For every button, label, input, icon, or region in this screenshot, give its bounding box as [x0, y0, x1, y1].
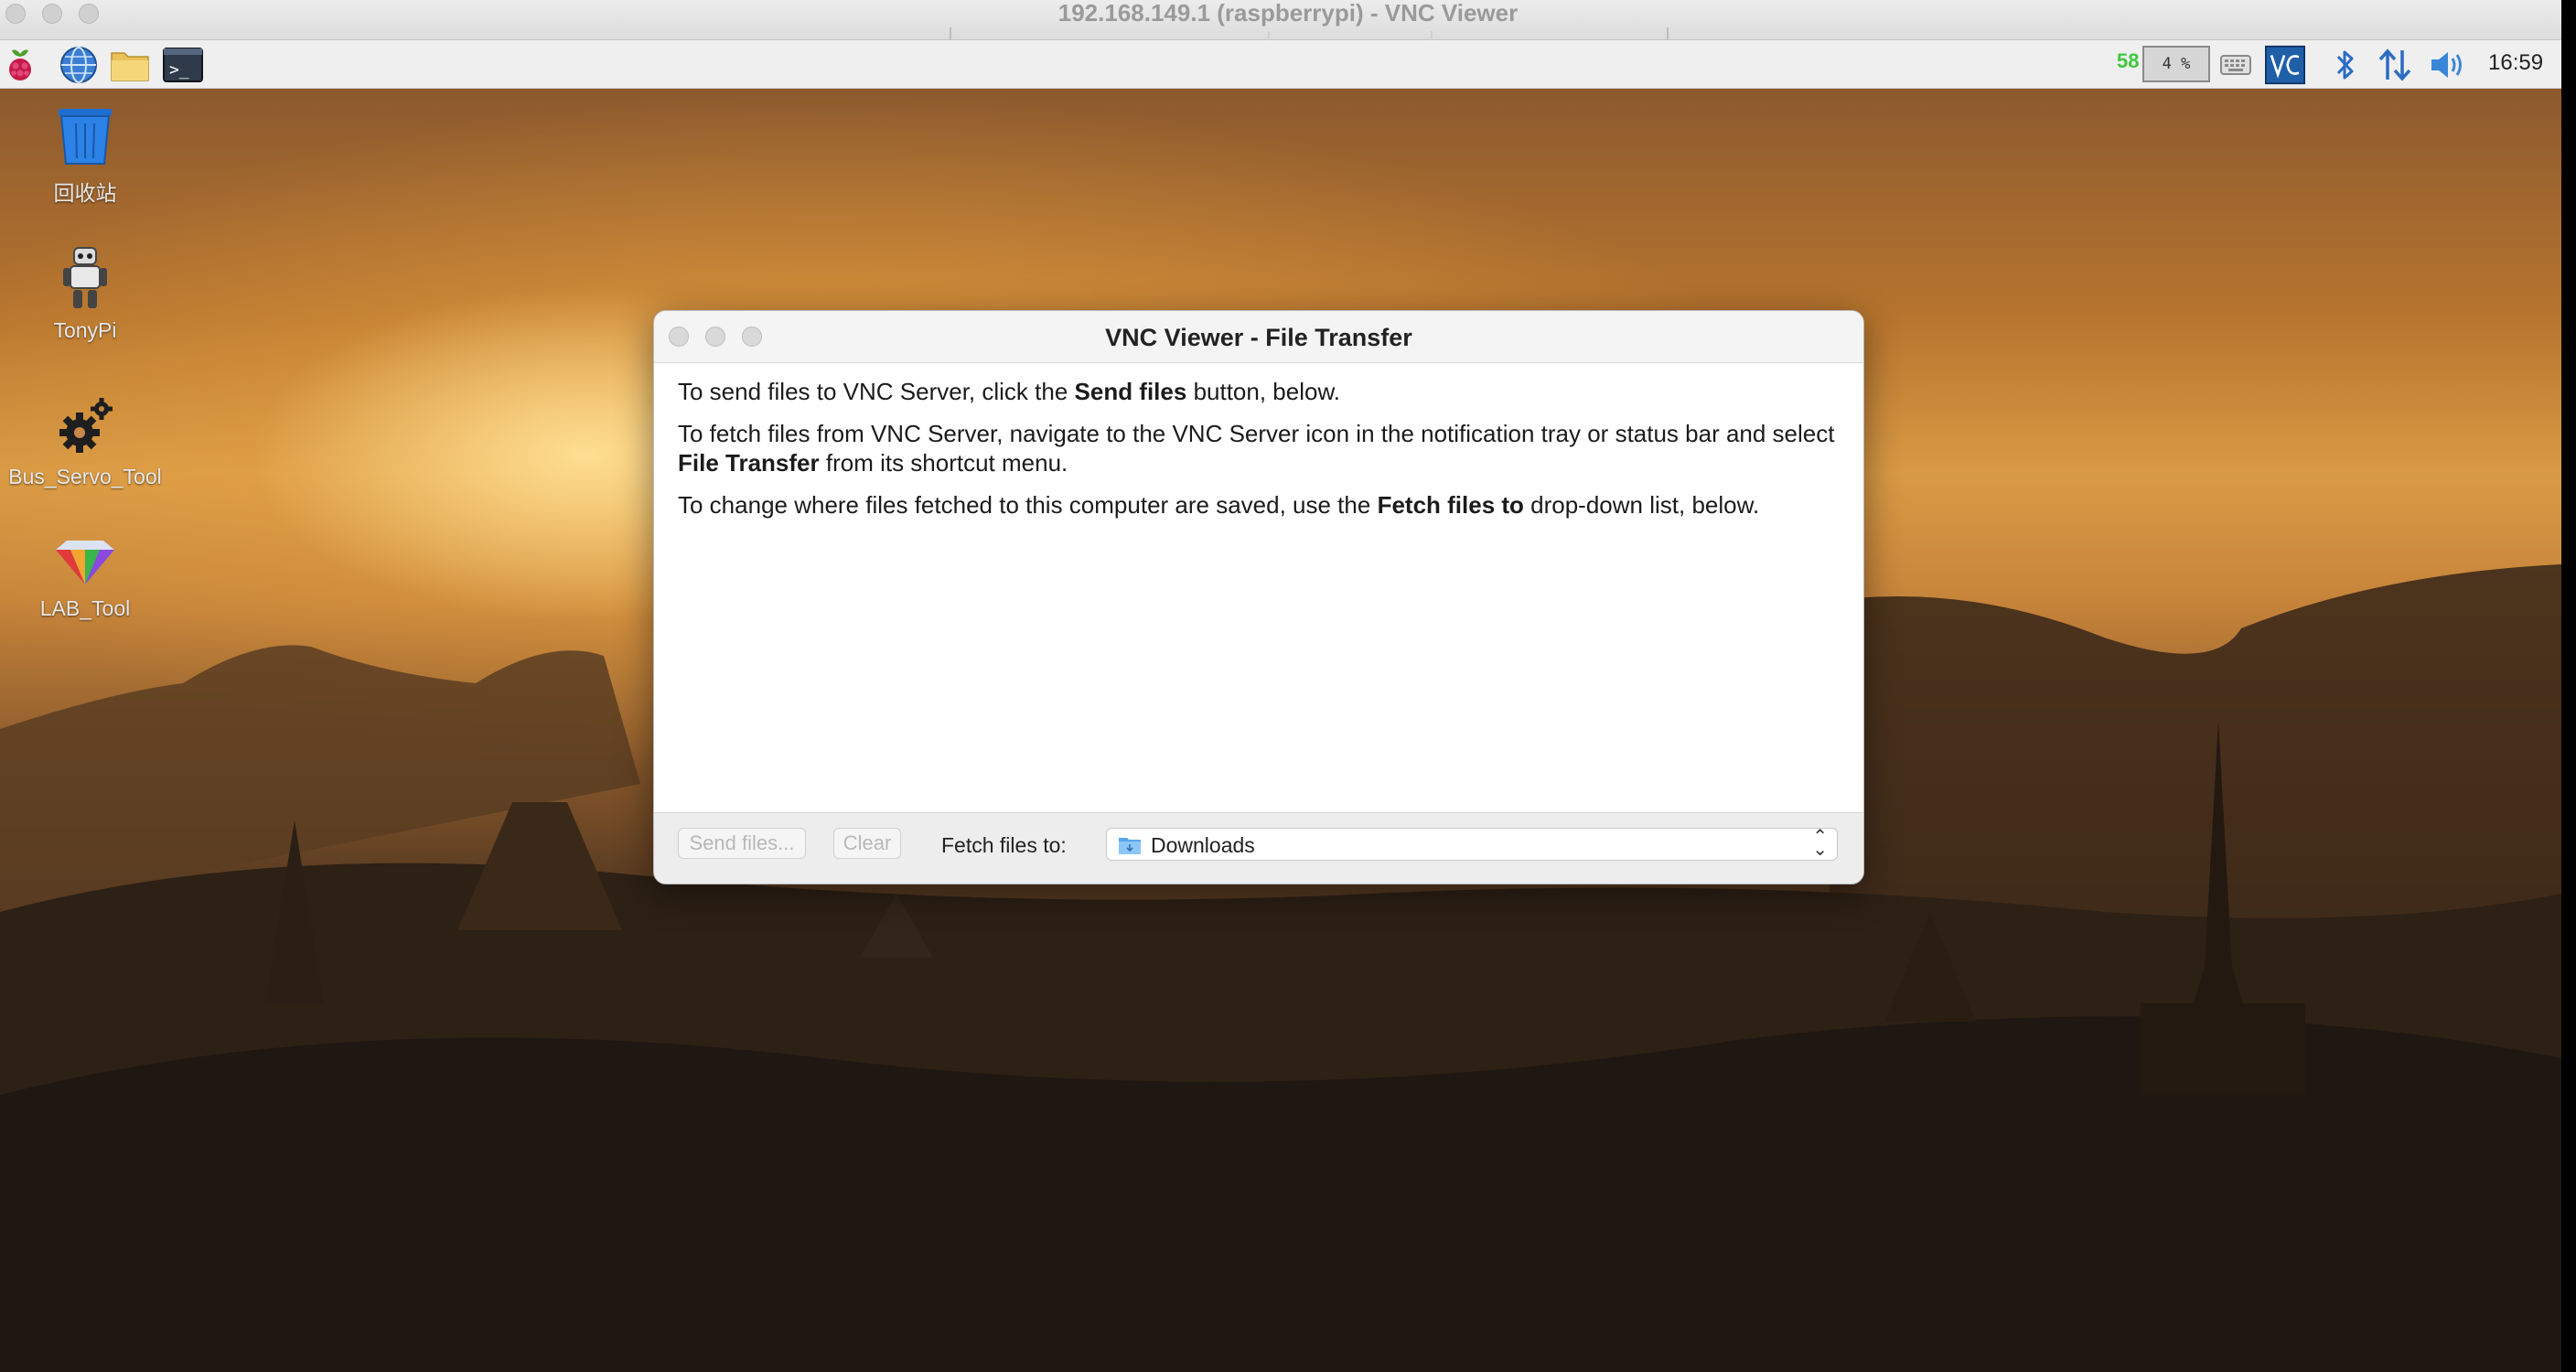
desktop-icon-label: Bus_Servo_Tool	[8, 465, 162, 488]
instruction-text: button, below.	[1186, 378, 1341, 405]
desktop-icon-tonypi[interactable]: TonyPi	[7, 246, 163, 343]
instruction-text: To fetch files from VNC Server, navigate…	[678, 420, 1835, 447]
desktop-icon-label: 回收站	[53, 181, 117, 205]
fetch-files-dropdown[interactable]: Downloads ⌃ ⌄	[1106, 828, 1838, 861]
instruction-emphasis: File Transfer	[678, 449, 820, 477]
clock[interactable]: 16:59	[2488, 50, 2543, 76]
desktop-icon-bus-servo-tool[interactable]: Bus_Servo_Tool	[7, 396, 163, 489]
instruction-text: drop-down list, below.	[1523, 491, 1760, 519]
file-transfer-dialog: VNC Viewer - File Transfer To send files…	[653, 310, 1864, 884]
gear-icon	[59, 398, 113, 453]
keyboard-icon[interactable]	[2216, 45, 2256, 85]
fetch-files-value: Downloads	[1151, 833, 1255, 857]
window-edge	[2561, 0, 2576, 1372]
window-title: 192.168.149.1 (raspberrypi) - VNC Viewer	[1057, 0, 1519, 27]
volume-icon[interactable]	[2428, 45, 2468, 85]
instruction-send: To send files to VNC Server, click the S…	[678, 377, 1840, 406]
cpu-temperature: 58	[2117, 49, 2140, 72]
desktop-icon-trash[interactable]: 回收站	[7, 105, 163, 207]
desktop-icon-label: TonyPi	[53, 318, 117, 342]
send-files-button[interactable]: Send files...	[678, 828, 806, 859]
fetch-files-label: Fetch files to:	[941, 833, 1067, 857]
folder-icon	[1119, 838, 1141, 854]
terminal-icon[interactable]: >_	[163, 45, 203, 85]
instruction-text: To change where files fetched to this co…	[678, 491, 1378, 519]
dialog-instructions: To send files to VNC Server, click the S…	[678, 377, 1840, 532]
web-browser-icon[interactable]	[59, 45, 99, 85]
dialog-title: VNC Viewer - File Transfer	[1105, 324, 1412, 351]
desktop-icon-label: LAB_Tool	[39, 596, 131, 620]
instruction-emphasis: Fetch files to	[1377, 491, 1524, 519]
desktop-icon-lab-tool[interactable]: LAB_Tool	[7, 537, 163, 621]
toolbar-handle[interactable]	[950, 27, 1669, 40]
instruction-text: from its shortcut menu.	[819, 449, 1068, 477]
svg-text:>_: >_	[169, 60, 189, 80]
bluetooth-icon[interactable]	[2325, 45, 2366, 85]
clear-button[interactable]: Clear	[833, 828, 901, 859]
window-titlebar: 192.168.149.1 (raspberrypi) - VNC Viewer	[0, 0, 2576, 40]
taskbar: >_ 58 4 % 16:59	[0, 40, 2561, 89]
dialog-titlebar[interactable]: VNC Viewer - File Transfer	[654, 311, 1863, 363]
network-icon[interactable]	[2375, 45, 2415, 85]
raspberry-menu-icon[interactable]	[0, 45, 40, 85]
diamond-icon	[56, 541, 114, 584]
robot-icon	[63, 247, 107, 308]
instruction-emphasis: Send files	[1074, 378, 1187, 405]
instruction-location: To change where files fetched to this co…	[678, 490, 1840, 520]
file-manager-icon[interactable]	[110, 45, 150, 85]
desktop: 回收站 TonyPi Bus_Servo_Tool LAB_Tool VNC V…	[0, 89, 2561, 1372]
cpu-usage-monitor[interactable]: 4 %	[2142, 46, 2210, 82]
instruction-fetch: To fetch files from VNC Server, navigate…	[678, 419, 1840, 477]
chevron-updown-icon: ⌃ ⌄	[1812, 827, 1828, 860]
dialog-footer: Send files... Clear Fetch files to: Down…	[654, 812, 1863, 884]
vnc-icon[interactable]	[2265, 45, 2305, 85]
instruction-text: To send files to VNC Server, click the	[678, 378, 1075, 405]
trash-icon	[59, 109, 112, 165]
